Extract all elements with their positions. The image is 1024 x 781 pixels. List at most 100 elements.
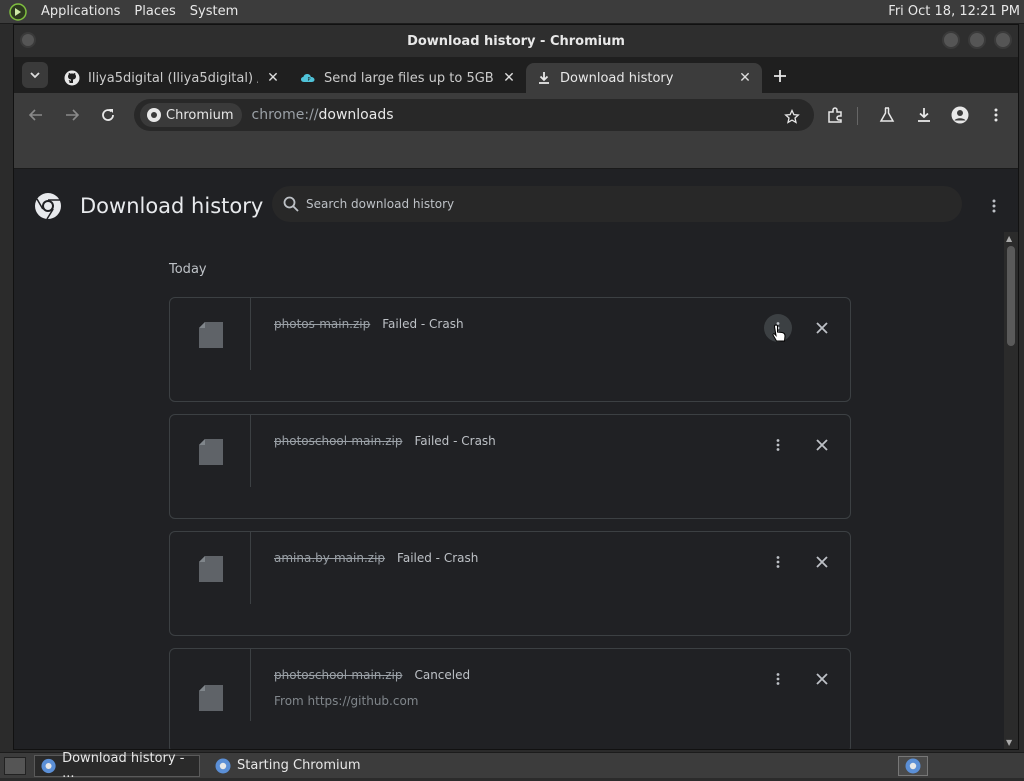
item-more-actions-button[interactable] (764, 431, 792, 459)
address-bar[interactable]: Chromium chrome://downloads (134, 99, 814, 131)
extensions-button[interactable] (821, 101, 849, 129)
tab-title: Iliya5digital (Iliya5digital) / R (88, 70, 258, 86)
taskbar-item-label: Starting Chromium (237, 758, 361, 773)
download-item: photoschool-main.zip Failed - Crash (169, 414, 851, 519)
downloads-button[interactable] (910, 101, 938, 129)
site-info-chip[interactable]: Chromium (140, 103, 242, 127)
item-more-actions-button[interactable] (764, 314, 792, 342)
file-icon (199, 439, 223, 465)
taskbar-item-starting-chromium[interactable]: Starting Chromium (208, 755, 368, 777)
chromium-icon (41, 758, 56, 773)
toolbar-divider (857, 107, 858, 125)
hand-cursor-icon (772, 324, 786, 342)
kebab-menu-icon (776, 556, 780, 568)
download-filename[interactable]: photos-main.zip Failed - Crash (274, 317, 464, 331)
download-filename[interactable]: amina.by-main.zip Failed - Crash (274, 551, 478, 565)
download-search-bar[interactable] (272, 186, 962, 222)
minimize-button[interactable] (942, 31, 960, 49)
scrollbar-thumb[interactable] (1007, 246, 1015, 346)
reload-icon (102, 109, 114, 121)
tab-strip: Iliya5digital (Iliya5digital) / R ✕ P Se… (14, 57, 1018, 93)
tab-title: Send large files up to 5GB fo (324, 70, 494, 86)
tab-file-transfer[interactable]: P Send large files up to 5GB fo ✕ (290, 63, 526, 93)
page-title: Download history (80, 194, 264, 218)
profile-button[interactable] (946, 101, 974, 129)
remove-item-button[interactable] (808, 665, 836, 693)
remove-item-button[interactable] (808, 548, 836, 576)
tab-search-button[interactable] (22, 62, 48, 88)
scroll-down-icon[interactable]: ▼ (1006, 738, 1012, 747)
file-icon (199, 322, 223, 348)
item-more-actions-button[interactable] (764, 548, 792, 576)
page-header: Download history (14, 176, 1018, 236)
taskbar-item-download-history[interactable]: Download history - ... (34, 751, 200, 781)
file-icon (199, 685, 223, 711)
window-titlebar[interactable]: Download history - Chromium (14, 25, 1018, 57)
tab-close-button[interactable]: ✕ (264, 69, 282, 87)
url-scheme: chrome:// (251, 107, 319, 123)
taskbar-item-label: Download history - ... (62, 750, 185, 781)
chromium-icon (147, 108, 161, 122)
item-divider (250, 649, 251, 721)
new-tab-button[interactable] (768, 64, 792, 88)
item-divider (250, 298, 251, 370)
item-more-actions-button[interactable] (764, 665, 792, 693)
plus-icon (774, 70, 786, 82)
download-status: Failed - Crash (414, 434, 496, 448)
close-icon (816, 439, 828, 451)
maximize-button[interactable] (968, 31, 986, 49)
labs-button[interactable] (873, 101, 901, 129)
chromium-icon (215, 758, 231, 773)
tab-title: Download history (560, 70, 674, 86)
tray-chromium-icon[interactable] (898, 756, 928, 776)
download-icon (918, 108, 930, 122)
tab-close-button[interactable]: ✕ (500, 69, 518, 87)
bookmark-star-button[interactable] (778, 103, 806, 131)
download-source-link[interactable]: From https://github.com (274, 694, 419, 708)
browser-toolbar: Chromium chrome://downloads (14, 93, 1018, 137)
page-more-actions-button[interactable] (984, 194, 1004, 218)
filename-text: photoschool-main.zip (274, 434, 403, 448)
url-text[interactable]: chrome://downloads (252, 107, 394, 123)
search-input[interactable] (306, 197, 906, 211)
download-filename[interactable]: photoschool-main.zip Failed - Crash (274, 434, 496, 448)
close-window-button[interactable] (994, 31, 1012, 49)
scroll-up-icon[interactable]: ▲ (1006, 234, 1012, 243)
close-icon (816, 556, 828, 568)
downloads-page: Download history Today photos-main.zip Fa… (14, 176, 1018, 749)
close-icon (816, 673, 828, 685)
close-icon (816, 322, 828, 334)
window-title: Download history - Chromium (407, 33, 625, 49)
show-desktop-button[interactable] (4, 756, 26, 775)
arrow-left-icon (28, 109, 42, 121)
system-menu[interactable]: System (183, 4, 245, 19)
file-icon (199, 556, 223, 582)
chevron-down-icon (30, 72, 40, 79)
site-chip-label: Chromium (166, 107, 234, 123)
date-header: Today (169, 262, 207, 277)
back-button[interactable] (22, 101, 50, 129)
page-scrollbar[interactable]: ▲ ▼ (1004, 232, 1018, 749)
chromium-icon (905, 758, 921, 774)
applications-menu[interactable]: Applications (34, 4, 127, 19)
forward-button[interactable] (58, 101, 86, 129)
remove-item-button[interactable] (808, 431, 836, 459)
tab-download-history[interactable]: Download history ✕ (526, 63, 762, 93)
remove-item-button[interactable] (808, 314, 836, 342)
download-status: Failed - Crash (382, 317, 464, 331)
star-icon (784, 109, 800, 124)
arrow-right-icon (66, 109, 80, 121)
item-divider (250, 532, 251, 604)
places-menu[interactable]: Places (127, 4, 182, 19)
download-status: Failed - Crash (397, 551, 479, 565)
download-filename[interactable]: photoschool-main.zip Canceled (274, 668, 470, 682)
window-menu-button[interactable] (20, 32, 36, 48)
puzzle-icon (828, 107, 842, 123)
tab-github[interactable]: Iliya5digital (Iliya5digital) / R ✕ (54, 63, 290, 93)
browser-menu-button[interactable] (982, 101, 1010, 129)
tab-close-button[interactable]: ✕ (736, 69, 754, 87)
reload-button[interactable] (94, 101, 122, 129)
bottom-taskbar: Download history - ... Starting Chromium (0, 751, 1024, 781)
clock[interactable]: Fri Oct 18, 12:21 PM (888, 0, 1020, 24)
distro-logo-icon[interactable] (8, 2, 28, 22)
